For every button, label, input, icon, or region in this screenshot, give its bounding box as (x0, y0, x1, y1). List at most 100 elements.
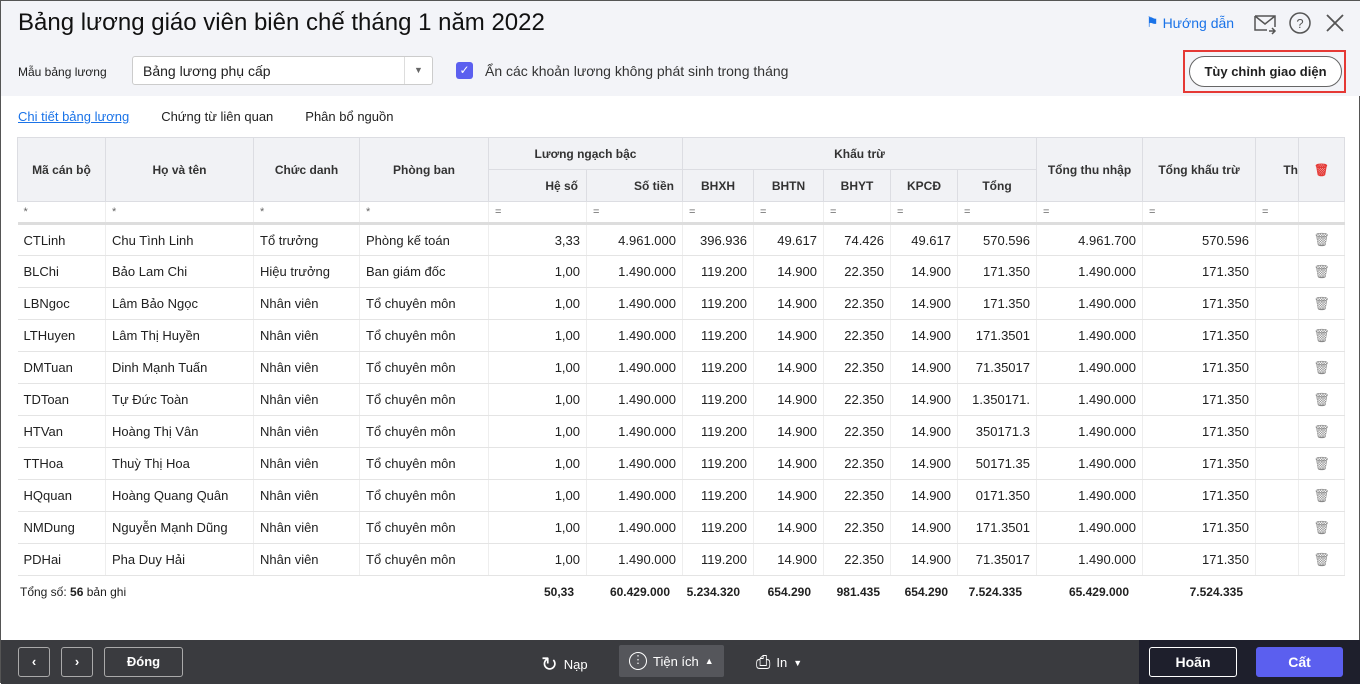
table-cell: 1.490.000 (586, 543, 683, 576)
col-bhxh[interactable]: BHXH (682, 169, 754, 202)
delete-row-icon[interactable]: 🗑 (1298, 479, 1345, 512)
table-cell: 14.900 (753, 543, 824, 576)
col-ma[interactable]: Mã cán bộ (17, 137, 106, 202)
table-cell: Nguyễn Mạnh Dũng (105, 511, 254, 544)
help-link[interactable]: ⚑ Hướng dẫn (1146, 14, 1234, 31)
table-row[interactable]: DMTuan Dinh Mạnh Tuấn Nhân viên Tổ chuyên m… (17, 351, 1345, 384)
prev-button[interactable]: ‹ (18, 647, 50, 677)
col-tongthu[interactable]: Tổng thu nhập (1036, 137, 1143, 202)
table-cell: 14.900 (890, 287, 958, 320)
table-cell: 119.200 (682, 319, 754, 352)
info-icon: ⋮ (629, 652, 647, 670)
total-value: 5.234.320 (686, 585, 740, 599)
help-icon[interactable]: ? (1288, 11, 1312, 35)
col-tongkt[interactable]: Tổng khấu trừ (1142, 137, 1256, 202)
close-button[interactable]: Đóng (104, 647, 183, 677)
col-chuc[interactable]: Chức danh (253, 137, 360, 202)
filter-cell[interactable]: = (488, 201, 587, 225)
col-heso[interactable]: Hệ số (488, 169, 587, 202)
close-icon[interactable] (1323, 11, 1347, 35)
reload-icon: ↻ (541, 654, 558, 676)
delete-row-icon[interactable]: 🗑 (1298, 319, 1345, 352)
col-ten[interactable]: Họ và tên (105, 137, 254, 202)
table-cell: 22.350 (823, 415, 891, 448)
customize-button[interactable]: Tùy chỉnh giao diện (1189, 56, 1342, 87)
table-row[interactable]: LBNgoc Lâm Bảo Ngọc Nhân viên Tổ chuyên môn… (17, 287, 1345, 320)
delete-row-icon[interactable]: 🗑 (1298, 415, 1345, 448)
table-cell: Tổ chuyên môn (359, 351, 489, 384)
cancel-button[interactable]: Hoãn (1149, 647, 1237, 677)
save-button[interactable]: Cất (1256, 647, 1343, 677)
table-cell: Tổ chuyên môn (359, 319, 489, 352)
filter-cell[interactable]: = (1142, 201, 1256, 225)
table-cell: 1.490.000 (1036, 543, 1143, 576)
delete-row-icon[interactable]: 🗑 (1298, 543, 1345, 576)
total-value: 7.524.335 (1189, 585, 1243, 599)
col-bhyt[interactable]: BHYT (823, 169, 891, 202)
salary-table: Mã cán bộ Họ và tên Chức danh Phòng ban … (17, 137, 1345, 576)
tabs: Chi tiết bảng lương Chứng từ liên quan P… (18, 109, 393, 124)
delete-row-icon[interactable]: 🗑 (1298, 351, 1345, 384)
hide-checkbox[interactable]: ✓ (456, 62, 473, 79)
filter-cell[interactable]: = (682, 201, 754, 225)
total-value: 65.429.000 (1068, 585, 1129, 599)
table-row[interactable]: BLChi Bảo Lam Chi Hiệu trưởng Ban giám đốc 1… (17, 255, 1345, 288)
filter-cell[interactable]: = (823, 201, 891, 225)
table-cell: 1.490.000 (586, 351, 683, 384)
reload-button[interactable]: ↻ Nạp (541, 652, 588, 677)
table-cell: 14.900 (753, 511, 824, 544)
table-cell: Tổ chuyên môn (359, 447, 489, 480)
tab-documents[interactable]: Chứng từ liên quan (161, 109, 273, 124)
filter-cell[interactable]: = (890, 201, 958, 225)
table-row[interactable]: TDToan Tự Đức Toàn Nhân viên Tổ chuyên môn 1… (17, 383, 1345, 416)
delete-row-icon[interactable]: 🗑 (1298, 447, 1345, 480)
table-cell: 14.900 (753, 447, 824, 480)
table-cell: 119.200 (682, 351, 754, 384)
filter-cell[interactable]: = (586, 201, 683, 225)
chevron-down-icon[interactable]: ▼ (404, 57, 432, 84)
col-tong[interactable]: Tổng (957, 169, 1037, 202)
tab-source[interactable]: Phân bổ nguồn (305, 109, 393, 124)
col-phong[interactable]: Phòng ban (359, 137, 489, 202)
tab-detail[interactable]: Chi tiết bảng lương (18, 109, 129, 124)
next-button[interactable]: › (61, 647, 93, 677)
template-select[interactable]: Bảng lương phụ cấp ▼ (132, 56, 433, 85)
table-cell: Tổ chuyên môn (359, 287, 489, 320)
delete-row-icon[interactable]: 🗑 (1298, 511, 1345, 544)
table-row[interactable]: NMDung Nguyễn Mạnh Dũng Nhân viên Tổ chuyên… (17, 511, 1345, 544)
filter-cell[interactable]: * (105, 201, 254, 225)
delete-row-icon[interactable]: 🗑 (1298, 223, 1345, 256)
utility-button[interactable]: ⋮ Tiện ích ▲ (619, 645, 724, 677)
print-button[interactable]: ⎙ In ▼ (756, 652, 802, 673)
col-bhtn[interactable]: BHTN (753, 169, 824, 202)
filter-cell[interactable]: * (359, 201, 489, 225)
table-cell: BLChi (17, 255, 106, 288)
table-cell: Nhân viên (253, 415, 360, 448)
table-cell: 22.350 (823, 511, 891, 544)
delete-row-icon[interactable]: 🗑 (1298, 255, 1345, 288)
filter-cell[interactable]: = (753, 201, 824, 225)
table-row[interactable]: TTHoa Thuỳ Thị Hoa Nhân viên Tổ chuyên môn 1… (17, 447, 1345, 480)
table-row[interactable]: HTVan Hoàng Thị Vân Nhân viên Tổ chuyên môn… (17, 415, 1345, 448)
filter-cell[interactable]: = (1036, 201, 1143, 225)
mail-forward-icon[interactable] (1253, 11, 1277, 35)
table-row[interactable]: CTLinh Chu Tình Linh Tổ trưởng Phòng kế toá… (17, 223, 1345, 256)
col-th[interactable]: Th (1255, 137, 1299, 202)
table-row[interactable]: LTHuyen Lâm Thị Huyền Nhân viên Tổ chuyên m… (17, 319, 1345, 352)
table-cell: 171.350 (1142, 511, 1256, 544)
table-cell: 14.900 (890, 383, 958, 416)
table-row[interactable]: PDHai Pha Duy Hải Nhân viên Tổ chuyên môn 1,… (17, 543, 1345, 576)
col-kpcd[interactable]: KPCĐ (890, 169, 958, 202)
table-row[interactable]: HQquan Hoàng Quang Quân Nhân viên Tổ chuyên… (17, 479, 1345, 512)
col-sotien[interactable]: Số tiền (586, 169, 683, 202)
delete-all-icon[interactable]: 🗑 (1298, 137, 1345, 202)
delete-row-icon[interactable]: 🗑 (1298, 383, 1345, 416)
table-cell: 1.490.000 (1036, 319, 1143, 352)
delete-row-icon[interactable]: 🗑 (1298, 287, 1345, 320)
filter-cell[interactable]: * (253, 201, 360, 225)
filter-cell[interactable]: = (957, 201, 1037, 225)
table-cell: 1.490.000 (586, 511, 683, 544)
filter-cell[interactable]: * (17, 201, 106, 225)
filter-cell[interactable]: = (1255, 201, 1299, 225)
table-cell: 171.350 (957, 255, 1037, 288)
